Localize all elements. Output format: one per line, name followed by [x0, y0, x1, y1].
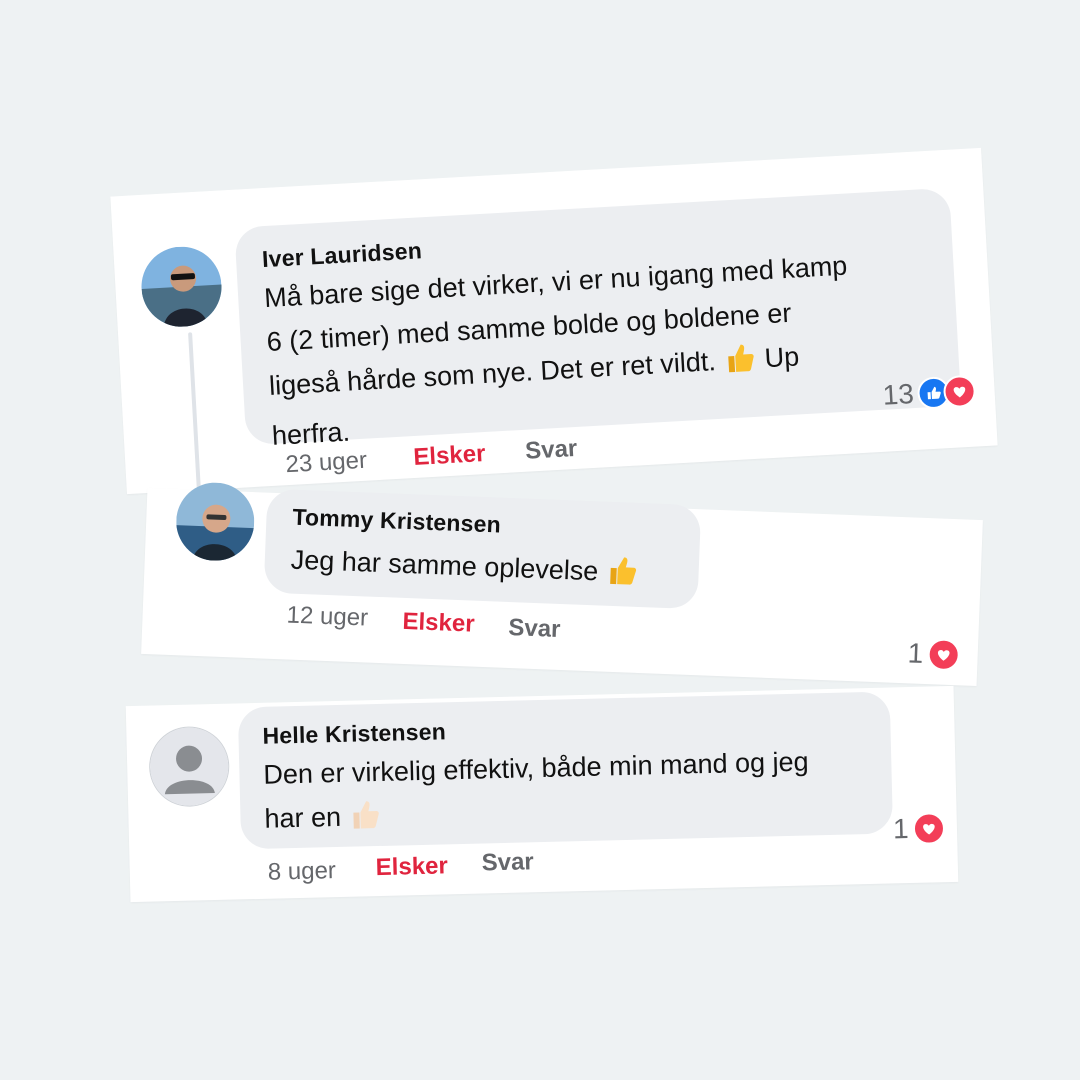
reaction-summary[interactable]: 1 [907, 637, 960, 672]
heart-icon [926, 638, 960, 672]
reaction-summary[interactable]: 13 [881, 374, 977, 412]
reply-button[interactable]: Svar [481, 848, 534, 877]
reply-button[interactable]: Svar [508, 614, 561, 644]
love-button[interactable]: Elsker [413, 440, 487, 472]
reaction-count: 1 [907, 637, 924, 669]
reply-button[interactable]: Svar [524, 435, 578, 466]
thumbs-up-icon [605, 553, 641, 601]
comment-card-iver: Iver Lauridsen Må bare sige det virker, … [110, 147, 998, 495]
reaction-count: 13 [881, 378, 915, 411]
avatar[interactable] [174, 481, 256, 563]
thumbs-up-icon [722, 340, 759, 389]
thumbs-up-icon [348, 797, 383, 845]
love-button[interactable]: Elsker [375, 852, 448, 882]
heart-icon [912, 812, 945, 845]
comment-card-tommy: Tommy Kristensen Jeg har samme oplevelse… [141, 481, 983, 686]
avatar[interactable] [139, 244, 224, 329]
comment-text: Må bare sige det virker, vi er nu igang … [263, 250, 848, 451]
avatar[interactable] [148, 725, 231, 808]
comment-timestamp[interactable]: 12 uger [286, 601, 368, 632]
comment-author[interactable]: Helle Kristensen [262, 718, 446, 749]
reaction-count: 1 [892, 813, 909, 845]
heart-icon [942, 374, 977, 409]
comment-timestamp[interactable]: 8 uger [267, 857, 336, 887]
comment-text: Den er virkelig effektiv, både min mand … [263, 738, 885, 847]
love-button[interactable]: Elsker [402, 608, 475, 639]
reaction-summary[interactable]: 1 [893, 812, 945, 845]
comment-card-helle: Helle Kristensen Den er virkelig effekti… [125, 685, 959, 903]
comment-timestamp[interactable]: 23 uger [285, 447, 368, 480]
thread-line [188, 332, 201, 493]
